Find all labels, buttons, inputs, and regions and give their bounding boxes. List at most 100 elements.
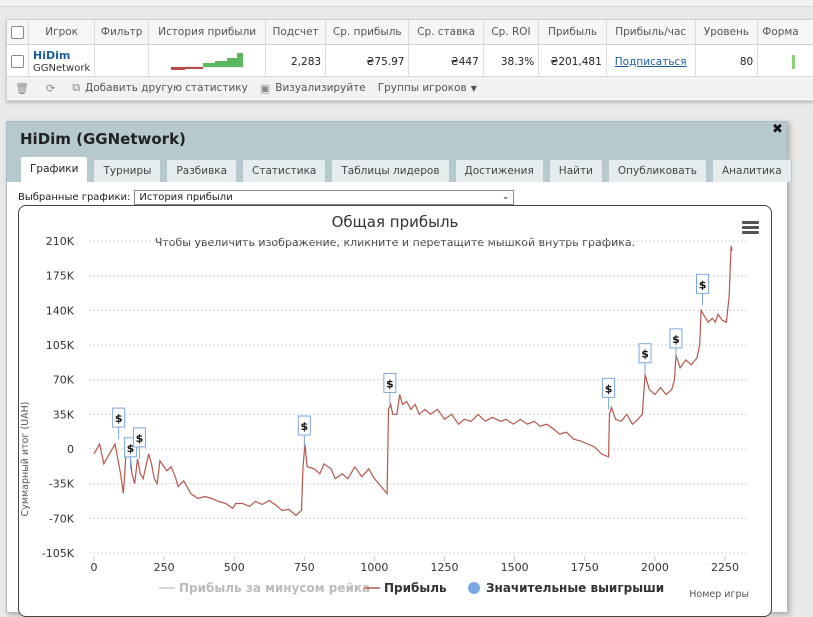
avg-profit-cell: ₴75.97 bbox=[325, 44, 410, 79]
legend-label: Прибыль bbox=[384, 581, 447, 595]
add-stats-label: Добавить другую статистику bbox=[85, 82, 248, 94]
y-tick-label: 140K bbox=[46, 304, 75, 317]
avg-roi-cell: 38.3% bbox=[483, 44, 540, 79]
x-axis-ticks: 0 250 500 750 1000 1250 1500 1750 2000 2250 bbox=[91, 556, 739, 574]
add-stats-button[interactable]: ⧉ Добавить другую статистику bbox=[72, 81, 248, 95]
header-filter[interactable]: Фильтр bbox=[94, 20, 150, 45]
image-icon: ▣ bbox=[259, 81, 271, 95]
tab-achievements[interactable]: Достижения bbox=[454, 159, 544, 182]
x-tick-label: 0 bbox=[91, 561, 98, 574]
big-win-markers: $$$$$ $$$$ bbox=[112, 273, 710, 469]
tab-bar: Графики Турниры Разбивка Статистика Табл… bbox=[20, 156, 797, 182]
tab-find[interactable]: Найти bbox=[548, 159, 603, 182]
chart-grid bbox=[89, 240, 749, 554]
x-tick-label: 1500 bbox=[501, 561, 529, 574]
plot-area bbox=[93, 245, 733, 517]
row-checkbox[interactable] bbox=[11, 55, 24, 68]
dollar-icon: $ bbox=[699, 278, 707, 291]
chart-select[interactable]: История прибыли ⌄ bbox=[134, 190, 515, 205]
stats-table-panel: Игрок Фильтр История прибыли Подсчет Ср.… bbox=[6, 19, 813, 101]
chart-container[interactable]: Общая прибыль Чтобы увеличить изображени… bbox=[18, 205, 772, 617]
dollar-icon: $ bbox=[136, 432, 144, 445]
select-all-checkbox[interactable] bbox=[11, 25, 24, 39]
tab-publish[interactable]: Опубликовать bbox=[607, 159, 707, 182]
header-form[interactable]: Форма bbox=[757, 20, 813, 45]
visualize-button[interactable]: ▣ Визуализируйте bbox=[260, 82, 366, 95]
table-row: HiDim GGNetwork 2,283 ₴75.97 ₴447 38.3% … bbox=[7, 44, 813, 79]
count-cell: 2,283 bbox=[265, 44, 327, 79]
stats-toolbar: 🗑 ⟳ ⧉ Добавить другую статистику ▣ Визуали… bbox=[7, 76, 813, 99]
profit-per-hour-cell: Подписаться bbox=[606, 44, 696, 79]
hamburger-menu-icon[interactable] bbox=[742, 221, 759, 234]
refresh-icon[interactable]: ⟳ bbox=[46, 82, 60, 95]
tab-leaderboards[interactable]: Таблицы лидеров bbox=[331, 159, 450, 182]
dollar-icon: $ bbox=[115, 412, 123, 425]
profit-chart[interactable]: Общая прибыль Чтобы увеличить изображени… bbox=[19, 206, 771, 616]
tab-statistics[interactable]: Статистика bbox=[242, 159, 327, 182]
x-tick-label: 1750 bbox=[571, 561, 599, 574]
big-win-flag: $ bbox=[638, 343, 652, 375]
form-sparkline bbox=[792, 55, 796, 69]
y-tick-label: 0 bbox=[67, 443, 74, 456]
big-win-flag: $ bbox=[696, 273, 710, 306]
profit-cell: ₴201,481 bbox=[538, 44, 607, 79]
legend-item-big-wins[interactable]: Значительные выигрыши bbox=[468, 581, 664, 595]
legend-item-profit[interactable]: Прибыль bbox=[364, 581, 447, 595]
x-tick-label: 500 bbox=[224, 561, 245, 574]
y-tick-label: 210K bbox=[46, 235, 75, 248]
header-profit-per-hour[interactable]: Прибыль/час bbox=[606, 20, 696, 45]
close-icon[interactable]: ✖ bbox=[772, 122, 783, 137]
big-win-flag: $ bbox=[383, 372, 397, 405]
chart-select-value: История прибыли bbox=[139, 192, 233, 203]
tab-breakdown[interactable]: Разбивка bbox=[166, 159, 238, 182]
header-level[interactable]: Уровень bbox=[695, 20, 759, 45]
player-groups-label: Группы игроков bbox=[377, 82, 467, 94]
trash-icon[interactable]: 🗑 bbox=[15, 82, 34, 95]
y-tick-label: -105K bbox=[42, 547, 75, 560]
header-avg-roi[interactable]: Ср. ROI bbox=[483, 20, 540, 45]
header-player[interactable]: Игрок bbox=[28, 20, 96, 45]
x-tick-label: 2000 bbox=[641, 561, 669, 574]
dollar-icon: $ bbox=[641, 348, 649, 361]
header-count[interactable]: Подсчет bbox=[265, 20, 327, 45]
caret-down-icon: ▼ bbox=[470, 83, 477, 93]
y-tick-label: 105K bbox=[46, 339, 75, 352]
x-tick-label: 2250 bbox=[711, 561, 739, 574]
tab-tournaments[interactable]: Турниры bbox=[93, 159, 162, 182]
y-tick-label: -35K bbox=[49, 478, 75, 491]
row-select-cell bbox=[7, 44, 29, 79]
chart-selector-label: Выбранные графики: bbox=[18, 192, 131, 203]
y-tick-label: -70K bbox=[49, 512, 75, 525]
header-profit[interactable]: Прибыль bbox=[538, 20, 607, 45]
y-tick-label: 35K bbox=[53, 408, 75, 421]
dollar-icon: $ bbox=[300, 420, 308, 433]
y-axis-ticks: 210K 175K 140K 105K 70K 35K 0 -35K -70K -105K bbox=[42, 235, 75, 560]
legend-label: Прибыль за минусом рейка bbox=[179, 581, 370, 595]
chart-title: Общая прибыль bbox=[332, 213, 459, 231]
player-name-link[interactable]: HiDim bbox=[33, 49, 90, 62]
subscribe-link[interactable]: Подписаться bbox=[615, 56, 687, 68]
dollar-icon: $ bbox=[672, 333, 680, 346]
player-window-title: HiDim (GGNetwork) bbox=[20, 130, 186, 148]
legend-item-no-rake[interactable]: Прибыль за минусом рейка bbox=[159, 581, 370, 595]
legend-label: Значительные выигрыши bbox=[486, 581, 664, 595]
header-avg-stake[interactable]: Ср. ставка bbox=[408, 20, 484, 45]
chart-legend: Прибыль за минусом рейка Прибыль Значитель… bbox=[159, 581, 664, 595]
dollar-icon: $ bbox=[386, 377, 394, 390]
tab-analytics[interactable]: Аналитика bbox=[711, 159, 792, 182]
header-profit-history[interactable]: История прибыли bbox=[148, 20, 267, 45]
player-window-header: HiDim (GGNetwork) ✖ Графики Турниры Разб… bbox=[7, 122, 792, 182]
filter-cell[interactable] bbox=[94, 44, 150, 79]
level-cell: 80 bbox=[695, 44, 759, 79]
player-cell: HiDim GGNetwork bbox=[28, 44, 96, 79]
form-cell bbox=[757, 44, 813, 79]
legend-swatch bbox=[468, 582, 480, 594]
header-avg-profit[interactable]: Ср. прибыль bbox=[325, 20, 410, 45]
x-tick-label: 1250 bbox=[431, 561, 459, 574]
player-groups-dropdown[interactable]: Группы игроков ▼ bbox=[378, 82, 477, 94]
y-axis-title: Суммарный итог (UAH) bbox=[20, 402, 31, 517]
tab-charts[interactable]: Графики bbox=[20, 156, 89, 182]
dollar-icon: $ bbox=[605, 382, 613, 395]
profit-history-sparkline bbox=[171, 53, 246, 70]
chevron-down-icon: ⌄ bbox=[501, 192, 510, 202]
